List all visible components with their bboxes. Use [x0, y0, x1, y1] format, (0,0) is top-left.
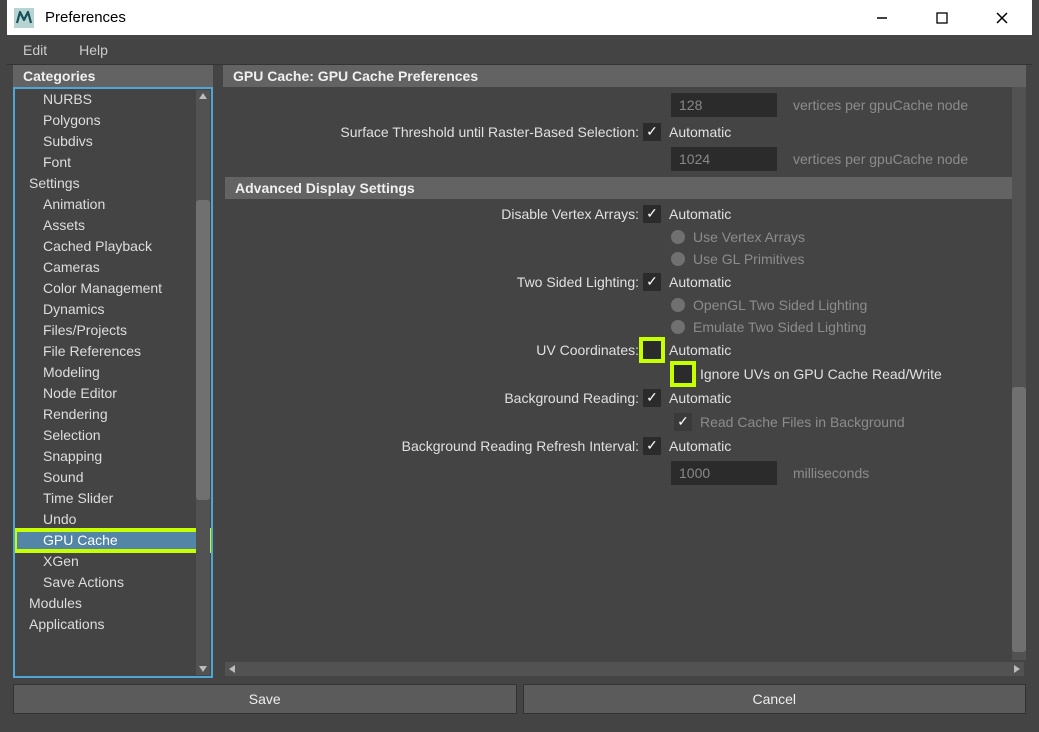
categories-panel: Categories NURBSPolygonsSubdivsFontSetti…: [13, 65, 213, 678]
uv-coordinates-auto-label: Automatic: [669, 342, 731, 358]
category-item-rendering[interactable]: Rendering: [15, 404, 211, 425]
category-item-file-references[interactable]: File References: [15, 341, 211, 362]
close-button[interactable]: [972, 0, 1032, 35]
ignore-uvs-label: Ignore UVs on GPU Cache Read/Write: [700, 366, 942, 382]
category-item-nurbs[interactable]: NURBS: [15, 89, 211, 110]
category-item-cached-playback[interactable]: Cached Playback: [15, 236, 211, 257]
emulate-two-sided-label: Emulate Two Sided Lighting: [693, 319, 866, 335]
minimize-button[interactable]: [852, 0, 912, 35]
read-cache-bg-label: Read Cache Files in Background: [700, 414, 905, 430]
category-item-selection[interactable]: Selection: [15, 425, 211, 446]
category-item-modules[interactable]: Modules: [15, 593, 211, 614]
category-item-dynamics[interactable]: Dynamics: [15, 299, 211, 320]
category-item-modeling[interactable]: Modeling: [15, 362, 211, 383]
settings-hscrollbar[interactable]: [225, 662, 1024, 676]
advanced-display-settings-header: Advanced Display Settings: [225, 177, 1024, 199]
category-item-subdivs[interactable]: Subdivs: [15, 131, 211, 152]
scroll-down-icon[interactable]: [196, 663, 210, 675]
maximize-button[interactable]: [912, 0, 972, 35]
uv-coordinates-label: UV Coordinates:: [223, 342, 643, 358]
threshold-unit-2: vertices per gpuCache node: [793, 151, 968, 167]
category-item-undo[interactable]: Undo: [15, 509, 211, 530]
background-reading-checkbox[interactable]: [643, 389, 661, 407]
background-reading-auto-label: Automatic: [669, 390, 731, 406]
cancel-button[interactable]: Cancel: [523, 684, 1027, 714]
bg-refresh-checkbox[interactable]: [643, 437, 661, 455]
categories-header: Categories: [13, 65, 213, 87]
page-header: GPU Cache: GPU Cache Preferences: [223, 65, 1026, 87]
two-sided-lighting-auto-label: Automatic: [669, 274, 731, 290]
category-item-gpu-cache[interactable]: GPU Cache: [15, 530, 211, 551]
category-item-sound[interactable]: Sound: [15, 467, 211, 488]
emulate-two-sided-radio[interactable]: [671, 320, 685, 334]
categories-scrollbar[interactable]: [196, 90, 210, 675]
opengl-two-sided-label: OpenGL Two Sided Lighting: [693, 297, 867, 313]
scroll-up-icon[interactable]: [196, 90, 210, 102]
category-item-time-slider[interactable]: Time Slider: [15, 488, 211, 509]
settings-scroll-thumb[interactable]: [1012, 387, 1026, 652]
menu-help[interactable]: Help: [73, 40, 114, 60]
use-vertex-arrays-label: Use Vertex Arrays: [693, 229, 805, 245]
hscroll-left-icon[interactable]: [225, 665, 239, 673]
category-item-settings[interactable]: Settings: [15, 173, 211, 194]
category-item-node-editor[interactable]: Node Editor: [15, 383, 211, 404]
surface-threshold-auto-checkbox[interactable]: [643, 123, 661, 141]
app-icon: [13, 7, 35, 29]
content-area: Categories NURBSPolygonsSubdivsFontSetti…: [7, 65, 1032, 678]
category-item-snapping[interactable]: Snapping: [15, 446, 211, 467]
two-sided-lighting-label: Two Sided Lighting:: [223, 274, 643, 290]
hscroll-right-icon[interactable]: [1010, 662, 1024, 676]
ignore-uvs-checkbox[interactable]: [674, 365, 692, 383]
disable-vertex-arrays-auto-label: Automatic: [669, 206, 731, 222]
threshold-value-1[interactable]: 128: [671, 93, 777, 117]
bg-refresh-value[interactable]: 1000: [671, 461, 777, 485]
surface-threshold-label: Surface Threshold until Raster-Based Sel…: [223, 124, 643, 140]
scroll-thumb[interactable]: [196, 200, 210, 500]
category-item-color-management[interactable]: Color Management: [15, 278, 211, 299]
category-item-font[interactable]: Font: [15, 152, 211, 173]
titlebar: Preferences: [7, 0, 1032, 35]
two-sided-lighting-checkbox[interactable]: [643, 273, 661, 291]
read-cache-bg-checkbox[interactable]: [674, 413, 692, 431]
save-button[interactable]: Save: [13, 684, 517, 714]
use-gl-primitives-radio[interactable]: [671, 252, 685, 266]
threshold-unit-1: vertices per gpuCache node: [793, 97, 968, 113]
threshold-value-2[interactable]: 1024: [671, 147, 777, 171]
uv-coordinates-checkbox[interactable]: [643, 341, 661, 359]
window-title: Preferences: [45, 9, 852, 26]
category-item-assets[interactable]: Assets: [15, 215, 211, 236]
opengl-two-sided-radio[interactable]: [671, 298, 685, 312]
surface-threshold-auto-label: Automatic: [669, 124, 731, 140]
settings-area: 128 vertices per gpuCache node Surface T…: [223, 87, 1026, 660]
category-item-polygons[interactable]: Polygons: [15, 110, 211, 131]
use-vertex-arrays-radio[interactable]: [671, 230, 685, 244]
use-gl-primitives-label: Use GL Primitives: [693, 251, 805, 267]
background-reading-label: Background Reading:: [223, 390, 643, 406]
menu-edit[interactable]: Edit: [17, 40, 53, 60]
bg-refresh-auto-label: Automatic: [669, 438, 731, 454]
settings-scrollbar[interactable]: [1012, 87, 1026, 660]
category-item-files-projects[interactable]: Files/Projects: [15, 320, 211, 341]
category-item-save-actions[interactable]: Save Actions: [15, 572, 211, 593]
disable-vertex-arrays-checkbox[interactable]: [643, 205, 661, 223]
category-item-applications[interactable]: Applications: [15, 614, 211, 635]
bg-refresh-interval-label: Background Reading Refresh Interval:: [223, 438, 643, 454]
preferences-window: Preferences Edit Help Categories NURBSPo…: [7, 0, 1032, 720]
menubar: Edit Help: [7, 35, 1032, 65]
bg-refresh-unit: milliseconds: [793, 465, 869, 481]
categories-list[interactable]: NURBSPolygonsSubdivsFontSettingsAnimatio…: [13, 87, 213, 678]
category-item-animation[interactable]: Animation: [15, 194, 211, 215]
footer: Save Cancel: [7, 678, 1032, 720]
category-item-cameras[interactable]: Cameras: [15, 257, 211, 278]
category-item-xgen[interactable]: XGen: [15, 551, 211, 572]
disable-vertex-arrays-label: Disable Vertex Arrays:: [223, 206, 643, 222]
settings-panel: GPU Cache: GPU Cache Preferences 128 ver…: [223, 65, 1026, 678]
